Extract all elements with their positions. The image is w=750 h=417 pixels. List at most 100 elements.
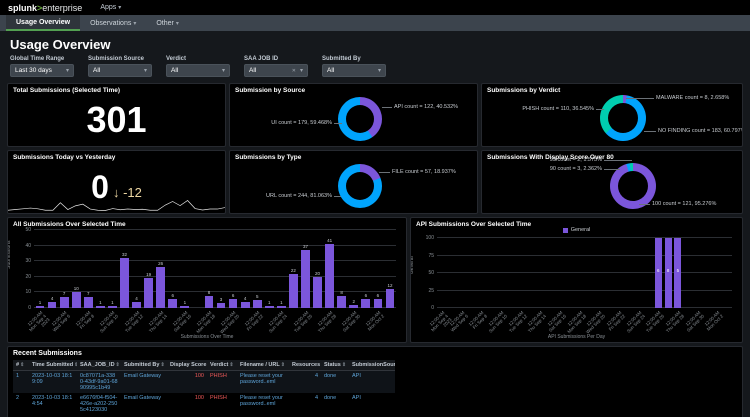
submission-source-select[interactable]: All▾	[88, 64, 152, 77]
sort-icon[interactable]: ⇕	[20, 362, 24, 368]
bar[interactable]	[325, 244, 334, 308]
bar[interactable]	[674, 238, 681, 308]
tab-observations[interactable]: Observations▾	[80, 15, 146, 31]
chart-all-submissions: All Submissions Over Selected Time Submi…	[7, 217, 407, 343]
cell-time[interactable]: 2023-10-03 18:14:54	[29, 393, 77, 415]
bar-value-label: 22	[291, 268, 296, 273]
bar[interactable]	[144, 278, 153, 308]
cell-submitted_by[interactable]: Email Gateway	[121, 371, 167, 394]
bar[interactable]	[96, 306, 105, 308]
column-header[interactable]: Submitted By⇕	[121, 360, 167, 371]
bar[interactable]	[60, 297, 69, 308]
bar-value-label: 1	[39, 300, 42, 305]
tab-other[interactable]: Other▾	[146, 15, 189, 31]
panel-title: Submissions by Type	[230, 151, 477, 161]
cell-time[interactable]: 2023-10-03 18:19:09	[29, 371, 77, 394]
bar[interactable]	[665, 238, 672, 308]
cell-job_id[interactable]: 0c87071a-3380-43df-9a01-6890995c1b49	[77, 371, 121, 394]
bar[interactable]	[229, 299, 238, 308]
bar[interactable]	[337, 296, 346, 308]
x-tick-label: 12:00 AM Fri Sep 8	[75, 310, 96, 331]
y-tick-label: 50	[421, 270, 434, 276]
cell-display_score[interactable]: 100	[167, 371, 207, 394]
bar[interactable]	[36, 306, 45, 308]
verdict-select[interactable]: All▾	[166, 64, 230, 77]
bar[interactable]	[168, 299, 177, 308]
bar[interactable]	[84, 297, 93, 308]
cell-job_id[interactable]: e6676f04-f504-426e-a202-2505c4123030	[77, 393, 121, 415]
table-row[interactable]: 12023-10-03 18:19:090c87071a-3380-43df-9…	[13, 371, 395, 394]
submitted-by-select[interactable]: All▾	[322, 64, 386, 77]
bar-value-label: 7	[63, 291, 66, 296]
bar[interactable]	[217, 303, 226, 308]
bar[interactable]	[132, 302, 141, 308]
bar[interactable]	[265, 306, 274, 308]
apps-menu[interactable]: Apps▾	[100, 4, 121, 11]
bar[interactable]	[156, 267, 165, 308]
bar[interactable]	[361, 299, 370, 308]
column-header[interactable]: SAA_JOB_ID⇕	[77, 360, 121, 371]
cell-status[interactable]: done	[321, 393, 349, 415]
donut-label-ui: UI count = 179, 59.468%	[236, 120, 332, 126]
column-header[interactable]: Time Submitted⇕	[29, 360, 77, 371]
bar[interactable]	[108, 306, 117, 308]
cell-status[interactable]: done	[321, 371, 349, 394]
cell-resources[interactable]: 4	[289, 393, 321, 415]
saa-job-id-select[interactable]: All✕▾	[244, 64, 308, 77]
column-header[interactable]: Status⇕	[321, 360, 349, 371]
global-time-range-select[interactable]: Last 30 days▾	[10, 64, 74, 77]
bar[interactable]	[655, 238, 662, 308]
sort-icon[interactable]: ⇕	[74, 362, 77, 368]
panel-title: Total Submissions (Selected Time)	[8, 84, 225, 94]
cell-display_score[interactable]: 100	[167, 393, 207, 415]
source-donut-chart[interactable]	[338, 97, 382, 141]
column-header[interactable]: Display Score⇕	[167, 360, 207, 371]
cell-submitted_by[interactable]: Email Gateway	[121, 393, 167, 415]
tab-usage-overview[interactable]: Usage Overview	[6, 15, 80, 31]
bar[interactable]	[277, 306, 286, 308]
sort-icon[interactable]: ⇕	[116, 362, 120, 368]
column-header[interactable]: SubmissionSource⇕	[349, 360, 395, 371]
leader-line	[644, 131, 656, 132]
cell-num[interactable]: 1	[13, 371, 29, 394]
bar[interactable]	[205, 296, 214, 308]
cell-filename[interactable]: Please reset your password..eml	[237, 393, 289, 415]
column-header[interactable]: #⇕	[13, 360, 29, 371]
clear-icon[interactable]: ✕	[292, 68, 296, 74]
bar[interactable]	[253, 300, 262, 308]
cell-source[interactable]: API	[349, 393, 395, 415]
cell-resources[interactable]: 4	[289, 371, 321, 394]
bar[interactable]	[386, 289, 395, 308]
verdict-donut-chart[interactable]	[600, 95, 646, 141]
cell-verdict[interactable]: PHISH	[207, 371, 237, 394]
sort-icon[interactable]: ⇕	[160, 362, 164, 368]
bar[interactable]	[289, 274, 298, 308]
bar[interactable]	[241, 302, 250, 308]
chevron-down-icon: ▾	[133, 20, 136, 27]
sort-icon[interactable]: ⇕	[281, 362, 285, 368]
x-tick-label: 12:00 AM Thu Sep 14	[144, 310, 168, 334]
recent-submissions-table: #⇕Time Submitted⇕SAA_JOB_ID⇕Submitted By…	[13, 360, 395, 415]
sort-icon[interactable]: ⇕	[229, 362, 233, 368]
bar[interactable]	[301, 250, 310, 308]
cell-verdict[interactable]: PHISH	[207, 393, 237, 415]
sort-icon[interactable]: ⇕	[342, 362, 346, 368]
type-donut-chart[interactable]	[338, 164, 382, 208]
column-header[interactable]: Resources⇕	[289, 360, 321, 371]
cell-num[interactable]: 2	[13, 393, 29, 415]
bar[interactable]	[313, 277, 322, 308]
chevron-down-icon: ▾	[176, 20, 179, 27]
bar[interactable]	[180, 306, 189, 308]
bar[interactable]	[349, 305, 358, 308]
column-header[interactable]: Filename / URL⇕	[237, 360, 289, 371]
bar[interactable]	[48, 302, 57, 308]
table-row[interactable]: 22023-10-03 18:14:54e6676f04-f504-426e-a…	[13, 393, 395, 415]
column-header[interactable]: Verdict⇕	[207, 360, 237, 371]
bar[interactable]	[72, 292, 81, 308]
cell-filename[interactable]: Please reset your password..eml	[237, 371, 289, 394]
bar[interactable]	[120, 258, 129, 308]
chart-api-submissions: API Submissions Over Selected Time Gener…	[410, 217, 743, 343]
bar[interactable]	[374, 299, 383, 308]
cell-source[interactable]: API	[349, 371, 395, 394]
leader-line	[382, 107, 392, 108]
